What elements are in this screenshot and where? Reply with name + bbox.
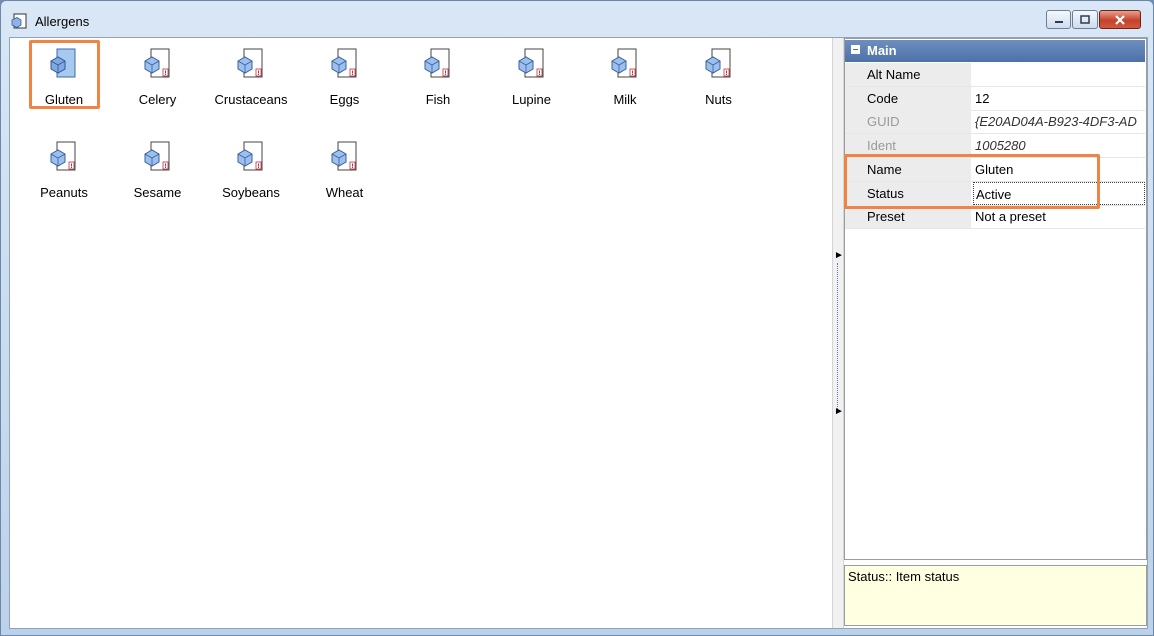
property-grid[interactable]: Main Alt Name Code 12 GUID {E20AD04A-B923-4D… [844, 38, 1147, 560]
property-value[interactable]: 12 [973, 87, 1145, 110]
minimize-icon [1054, 20, 1063, 23]
app-icon [11, 13, 27, 29]
close-icon [1115, 14, 1125, 25]
allergen-label: Wheat [325, 185, 364, 200]
property-row-alt-name[interactable]: Alt Name [845, 63, 1145, 87]
allergen-document-icon [705, 48, 730, 78]
allergen-document-icon [237, 48, 263, 78]
expand-arrow-icon[interactable]: ► [834, 250, 844, 261]
category-main[interactable]: Main [845, 40, 1145, 62]
allergen-document-icon [424, 48, 450, 78]
close-button[interactable] [1099, 10, 1141, 29]
allergen-label: Sesame [133, 185, 182, 200]
allergen-item[interactable]: Crustaceans [206, 43, 296, 107]
allergen-document-icon [611, 48, 637, 78]
allergen-label: Soybeans [222, 185, 280, 200]
maximize-button[interactable] [1072, 10, 1098, 29]
property-description: Status:: Item status [844, 565, 1147, 626]
allergens-window: Allergens Gluten Celery Crustaceans Eggs [0, 0, 1154, 636]
collapse-icon[interactable] [851, 45, 860, 54]
allergen-item[interactable]: Nuts [674, 43, 764, 107]
allergen-item[interactable]: Peanuts [19, 136, 109, 200]
allergen-item[interactable]: Soybeans [206, 136, 296, 200]
allergen-item[interactable]: Celery [113, 43, 203, 107]
property-value[interactable]: {E20AD04A-B923-4DF3-AD [973, 110, 1145, 133]
allergen-item[interactable]: Lupine [487, 43, 577, 107]
allergen-item[interactable]: Eggs [300, 43, 390, 107]
allergen-item[interactable]: Wheat [300, 136, 390, 200]
allergen-document-icon [518, 48, 543, 78]
property-value[interactable] [973, 63, 1145, 86]
allergen-item[interactable]: Sesame [113, 136, 203, 200]
allergen-icon-list[interactable]: Gluten Celery Crustaceans Eggs Fish Lupi… [10, 38, 830, 628]
allergen-label: Celery [138, 92, 177, 107]
allergen-document-icon [237, 141, 263, 171]
allergen-label: Milk [613, 92, 637, 107]
selection-highlight [29, 40, 100, 109]
allergen-label: Nuts [705, 92, 732, 107]
property-name: Alt Name [845, 63, 971, 86]
allergen-label: Lupine [511, 92, 552, 107]
window-controls [1046, 10, 1141, 29]
category-label: Main [867, 43, 897, 58]
allergen-label: Peanuts [40, 185, 88, 200]
title-bar[interactable]: Allergens [1, 1, 1153, 37]
expand-arrow-icon[interactable]: ► [834, 406, 844, 417]
allergen-item[interactable]: Fish [393, 43, 483, 107]
allergen-document-icon [144, 141, 169, 171]
allergen-item[interactable]: Milk [580, 43, 670, 107]
property-name: Code [845, 86, 971, 110]
allergen-label: Eggs [329, 92, 360, 107]
splitter-grip [837, 263, 839, 411]
allergen-document-icon [331, 48, 356, 78]
property-row-guid[interactable]: GUID {E20AD04A-B923-4DF3-AD [845, 110, 1145, 135]
highlight-name-status [844, 154, 1100, 209]
allergen-document-icon [331, 141, 356, 171]
allergen-document-icon [50, 141, 76, 171]
property-row-code[interactable]: Code 12 [845, 86, 1145, 111]
client-area: Gluten Celery Crustaceans Eggs Fish Lupi… [9, 37, 1148, 629]
window-title: Allergens [35, 14, 90, 29]
allergen-document-icon [144, 48, 169, 78]
maximize-icon [1080, 15, 1090, 24]
minimize-button[interactable] [1046, 10, 1071, 29]
property-name: GUID [845, 110, 971, 134]
allergen-label: Crustaceans [214, 92, 288, 107]
allergen-label: Fish [425, 92, 451, 107]
panel-splitter[interactable]: ► ► [832, 38, 844, 628]
